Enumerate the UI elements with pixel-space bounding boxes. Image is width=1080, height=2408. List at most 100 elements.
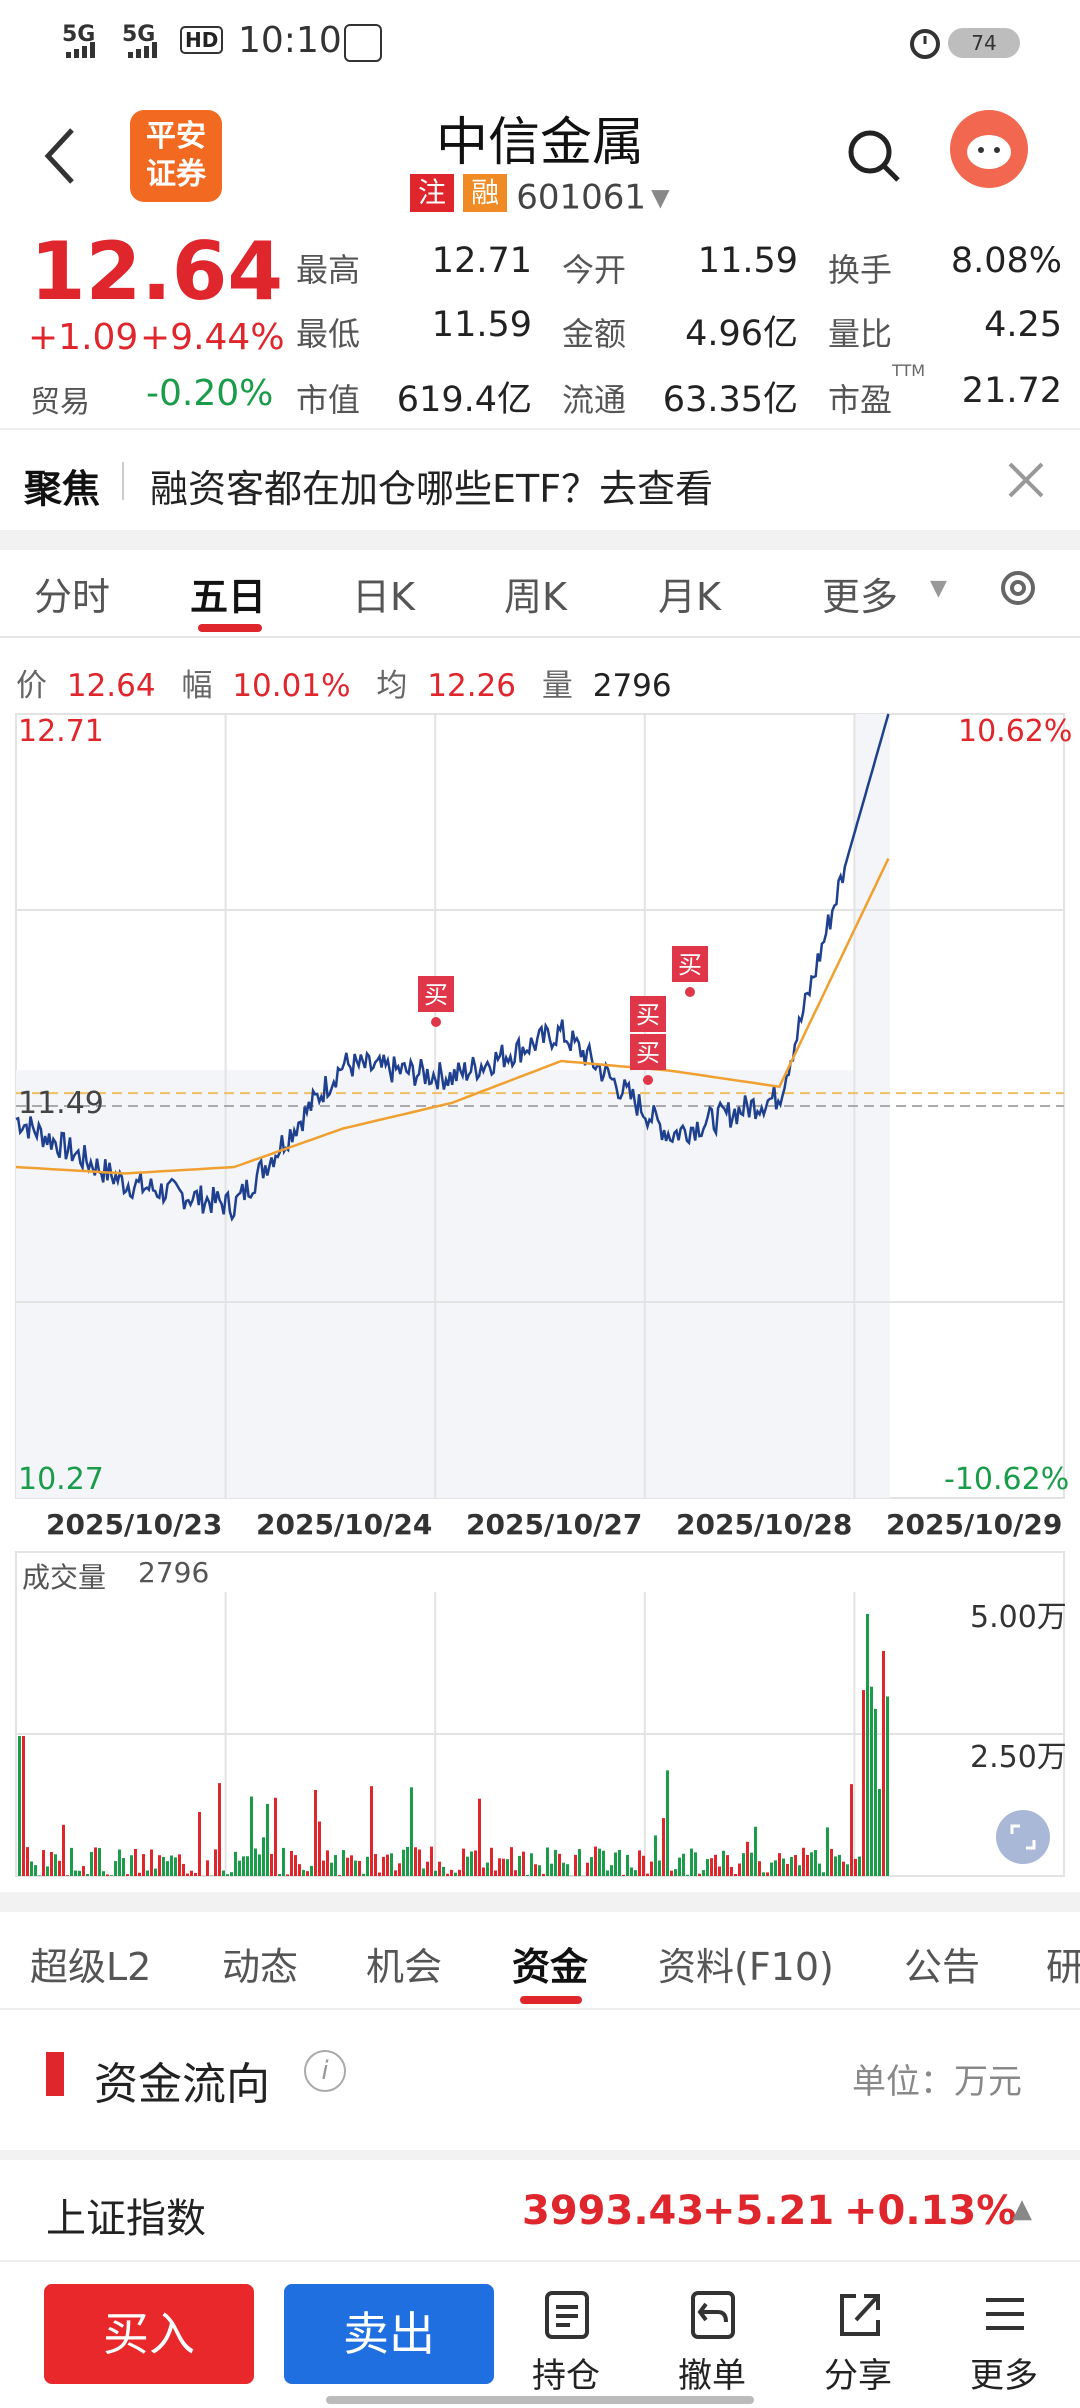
info-tabs: 超级L2 动态 机会 资金 资料(F10) 公告 研 <box>0 1912 1080 2008</box>
chart-period-tabs: 分时 五日 日K 周K 月K 更多 ▼ <box>0 550 1080 636</box>
volume-bar <box>630 1867 633 1876</box>
fund-flow-title: 资金流向 <box>94 2059 270 2110</box>
volume-bar <box>330 1862 333 1876</box>
volume-bar <box>78 1870 81 1876</box>
price-chart[interactable]: 买买买买 <box>0 710 1080 1500</box>
volume-bar <box>358 1860 361 1876</box>
close-icon[interactable] <box>1006 460 1046 504</box>
tab-f10[interactable]: 资料(F10) <box>658 1936 834 1991</box>
index-change: +5.21 <box>702 2188 835 2234</box>
share-button[interactable]: 分享 <box>812 2290 904 2400</box>
volume-bar <box>422 1868 425 1876</box>
field-value: 4.25 <box>984 305 1062 345</box>
code-dropdown-icon[interactable]: ▼ <box>651 184 669 212</box>
tab-capital[interactable]: 资金 <box>512 1936 588 1991</box>
focus-text[interactable]: 融资客都在加仓哪些ETF？去查看 <box>150 458 713 513</box>
volume-bar <box>294 1855 297 1876</box>
tab-announcement[interactable]: 公告 <box>904 1936 980 1991</box>
tab-weekly-k[interactable]: 周K <box>504 566 567 621</box>
volume-bar <box>706 1859 709 1876</box>
holdings-button[interactable]: 持仓 <box>520 2290 612 2400</box>
more-dropdown-icon[interactable]: ▼ <box>930 576 947 601</box>
fund-flow-section: 资金流向 i 单位：万元 <box>0 2010 1080 2150</box>
volume-bar <box>94 1847 97 1876</box>
volume-bar <box>470 1851 473 1876</box>
volume-bar <box>426 1861 429 1876</box>
focus-label: 聚焦 <box>24 467 101 511</box>
logo-line2: 证券 <box>146 157 206 192</box>
volume-chart[interactable] <box>0 1548 1080 1878</box>
volume-bar <box>74 1870 77 1876</box>
tag-registration: 注 <box>410 174 455 212</box>
volume-bar <box>238 1860 241 1876</box>
fullscreen-icon[interactable] <box>996 1810 1050 1864</box>
signal-bars-icon <box>66 42 112 62</box>
volume-bar <box>866 1613 869 1876</box>
volume-bar <box>378 1872 381 1876</box>
expand-up-icon[interactable]: ▲ <box>1012 2194 1032 2224</box>
volume-bar <box>806 1854 809 1876</box>
volume-bar <box>578 1849 581 1876</box>
back-arrow-icon[interactable] <box>40 126 80 190</box>
price-axis-bottom: 10.27 <box>18 1462 104 1497</box>
focus-bar[interactable]: 聚焦 融资客都在加仓哪些ETF？去查看 <box>0 430 1080 530</box>
sell-button[interactable]: 卖出 <box>284 2284 494 2384</box>
volume-bar <box>110 1875 113 1876</box>
volume-bar <box>126 1874 129 1876</box>
volume-bar <box>18 1736 21 1876</box>
tab-more[interactable]: 更多 <box>822 566 898 621</box>
volume-bar <box>350 1855 353 1876</box>
field-value: 8.08% <box>950 241 1062 281</box>
volume-bar <box>670 1870 673 1876</box>
volume-bar <box>870 1686 873 1876</box>
volume-bar <box>502 1858 505 1876</box>
info-icon[interactable]: i <box>304 2050 346 2092</box>
volume-bar <box>750 1852 753 1876</box>
search-icon[interactable] <box>846 128 902 188</box>
tab-daily-k[interactable]: 日K <box>352 566 415 621</box>
hd-icon: HD <box>180 26 224 54</box>
volume-bar <box>182 1863 185 1876</box>
volume-bar <box>714 1854 717 1876</box>
index-bar[interactable]: 上证指数 3993.43 +5.21 +0.13% ▲ <box>0 2160 1080 2262</box>
assistant-avatar[interactable] <box>950 110 1028 188</box>
tag-margin: 融 <box>463 174 508 212</box>
tab-monthly-k[interactable]: 月K <box>658 566 721 621</box>
tab-research[interactable]: 研 <box>1046 1936 1080 1991</box>
buy-marker-text: 买 <box>636 1039 660 1067</box>
cancel-order-button[interactable]: 撤单 <box>666 2290 758 2400</box>
volume-bar <box>486 1862 489 1876</box>
volume-bar <box>414 1847 417 1876</box>
volume-max-label: 5.00万 <box>970 1600 1067 1635</box>
below-ref-area <box>16 1070 890 1498</box>
volume-bar <box>834 1856 837 1876</box>
buy-markers: 买买买买 <box>418 946 708 1085</box>
tab-super-l2[interactable]: 超级L2 <box>30 1936 151 1991</box>
tab-five-day[interactable]: 五日 <box>190 566 266 621</box>
volume-bar <box>162 1856 165 1876</box>
price-axis-top: 12.71 <box>18 714 104 749</box>
date-label: 2025/10/23 <box>46 1508 223 1541</box>
field-value: 4.96亿 <box>685 314 798 354</box>
volume-bar <box>738 1863 741 1876</box>
volume-bar <box>86 1873 89 1876</box>
volume-bar <box>122 1858 125 1876</box>
volume-bar <box>214 1849 217 1876</box>
tab-intraday[interactable]: 分时 <box>34 566 110 621</box>
volume-bar <box>802 1847 805 1876</box>
volume-bar <box>398 1863 401 1876</box>
tab-news[interactable]: 动态 <box>222 1936 298 1991</box>
buy-button[interactable]: 买入 <box>44 2284 254 2384</box>
volume-bar <box>198 1811 201 1876</box>
volume-bar <box>54 1854 57 1876</box>
volume-bar <box>278 1873 281 1876</box>
field-value: 12.71 <box>431 241 532 281</box>
more-button[interactable]: 更多 <box>958 2290 1050 2400</box>
volume-bar <box>22 1736 25 1876</box>
volume-bar <box>826 1827 829 1876</box>
settings-gear-icon[interactable] <box>994 564 1042 616</box>
divider <box>0 636 1080 638</box>
tab-opportunity[interactable]: 机会 <box>366 1936 442 1991</box>
field-label: 最高 <box>296 251 361 289</box>
field-value: 619.4亿 <box>396 380 532 420</box>
